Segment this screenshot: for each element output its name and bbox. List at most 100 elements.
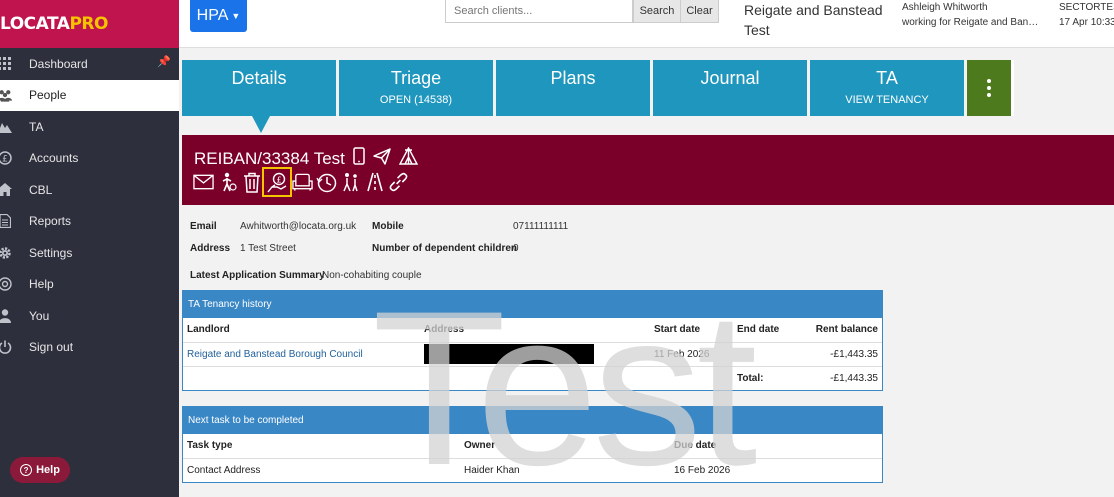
start-date-cell: 11 Feb 2026: [650, 342, 733, 367]
total-label: Total:: [737, 372, 764, 384]
column-header: Owner: [460, 434, 670, 459]
people-icon: [0, 88, 12, 102]
total-value: -£1,443.35: [830, 372, 878, 384]
svg-text:£: £: [276, 175, 281, 184]
tab-details[interactable]: Details: [182, 60, 336, 133]
sidebar: LOCATA PRO Dashboard 📌 People TA £ Accou…: [0, 0, 179, 497]
question-icon: ?: [20, 464, 33, 476]
family-icon[interactable]: [340, 172, 361, 193]
road-icon[interactable]: [364, 172, 385, 193]
sidebar-item-dashboard[interactable]: Dashboard 📌: [0, 48, 179, 80]
organisation-name: Reigate and Banstead Test: [744, 2, 883, 38]
top-bar: HPA▼ Search Clear Reigate and Banstead T…: [179, 0, 1114, 48]
tab-sublabel: VIEW TENANCY: [845, 94, 929, 106]
tab-label: Details: [231, 68, 287, 88]
tab-triage[interactable]: Triage OPEN (14538): [339, 60, 493, 116]
dependents-label: Number of dependent children: [372, 243, 518, 254]
empty-cell: [650, 366, 733, 390]
table-header-row: Task type Owner Due date: [183, 434, 882, 459]
user-icon: [0, 309, 12, 323]
help-button[interactable]: ? Help: [10, 457, 70, 483]
client-reference-row: REIBAN/33384 Test: [194, 146, 419, 170]
pin-icon[interactable]: 📌: [157, 55, 171, 68]
sidebar-item-accounts[interactable]: £ Accounts: [0, 143, 179, 175]
table-row: Reigate and Banstead Borough Council 11 …: [183, 342, 882, 367]
sidebar-item-settings[interactable]: Settings: [0, 237, 179, 269]
sidebar-item-label: Reports: [29, 214, 72, 229]
grid-icon: [0, 56, 12, 71]
tab-journal[interactable]: Journal: [653, 60, 807, 116]
locata-pro-logo[interactable]: LOCATA PRO: [0, 0, 179, 48]
next-task-panel: Next task to be completed Task type Owne…: [182, 406, 883, 483]
user-working-for: working for Reigate and Banst...: [902, 17, 1042, 28]
more-options-button[interactable]: [967, 60, 1011, 116]
workspace-label: HPA: [196, 7, 229, 24]
logo-text-pro: PRO: [69, 14, 108, 34]
history-clock-icon[interactable]: [316, 172, 337, 193]
workspace-dropdown[interactable]: HPA ▼: [190, 0, 247, 32]
trash-icon[interactable]: [241, 172, 262, 193]
rent-balance-cell: -£1,443.35: [803, 342, 882, 367]
landlord-link[interactable]: Reigate and Banstead Borough Council: [183, 342, 420, 367]
redacted-address: [424, 344, 594, 364]
dependents-value: 0: [513, 243, 519, 254]
tab-label: Journal: [700, 68, 760, 88]
sidebar-item-label: Accounts: [29, 151, 79, 166]
column-header: Task type: [183, 434, 460, 459]
sector-info: SECTORTES... 17 Apr 10:33: [1059, 0, 1114, 30]
pound-hand-icon[interactable]: £: [262, 167, 292, 197]
column-header: Due date: [670, 434, 882, 459]
user-info[interactable]: Ashleigh Whitworth working for Reigate a…: [902, 0, 1042, 30]
mobile-phone-icon[interactable]: [353, 147, 365, 170]
sidebar-item-label: Help: [29, 277, 54, 292]
tab-plans[interactable]: Plans: [496, 60, 650, 116]
sidebar-item-you[interactable]: You: [0, 300, 179, 332]
tab-label: Plans: [550, 68, 596, 88]
clear-button[interactable]: Clear: [681, 0, 719, 23]
sidebar-item-reports[interactable]: Reports: [0, 206, 179, 238]
mobile-value: 07111111111: [513, 221, 569, 232]
person-walking-icon[interactable]: [217, 172, 238, 193]
send-message-icon[interactable]: [373, 147, 391, 170]
sidebar-item-people[interactable]: People: [0, 79, 179, 111]
sidebar-item-cbl[interactable]: CBL: [0, 174, 179, 206]
address-label: Address: [190, 243, 231, 254]
task-owner-cell: Haider Khan: [464, 464, 520, 476]
sidebar-item-label: TA: [29, 119, 44, 134]
sidebar-item-label: People: [29, 88, 67, 103]
panel-title: Next task to be completed: [183, 407, 882, 434]
sidebar-item-help[interactable]: Help: [0, 269, 179, 301]
tab-divider: [1011, 60, 1014, 116]
table-header-row: Landlord Address Start date End date Ren…: [183, 318, 882, 343]
search-button[interactable]: Search: [633, 0, 681, 23]
client-search-input[interactable]: [445, 0, 633, 23]
sidebar-item-ta[interactable]: TA: [0, 111, 179, 143]
tab-ta[interactable]: TA VIEW TENANCY: [810, 60, 964, 116]
empty-cell: [420, 366, 650, 390]
main-nav: Dashboard 📌 People TA £ Accounts CBL Rep…: [0, 48, 179, 363]
help-button-label: Help: [36, 464, 60, 476]
sofa-icon[interactable]: [292, 172, 313, 193]
caret-down-icon: ▼: [231, 11, 241, 21]
address-value: 1 Test Street: [240, 243, 296, 254]
envelope-icon[interactable]: [193, 172, 214, 193]
tab-label: Triage: [390, 68, 442, 88]
empty-cell: [183, 366, 420, 390]
address-cell: [420, 342, 650, 367]
current-datetime: 17 Apr 10:33: [1059, 17, 1114, 28]
column-header: Rent balance: [803, 318, 882, 343]
sidebar-item-label: CBL: [29, 182, 53, 197]
next-task-table: Task type Owner Due date Contact Address…: [183, 434, 882, 482]
ta-icon: [0, 120, 12, 134]
tab-label: TA: [876, 68, 898, 88]
sidebar-item-label: You: [29, 308, 50, 323]
tent-icon[interactable]: [398, 146, 419, 170]
column-header: Address: [420, 318, 650, 343]
sector-name: SECTORTES...: [1059, 2, 1114, 13]
logo-text: LOCATA: [0, 14, 70, 34]
table-total-row: Total: -£1,443.35: [183, 366, 882, 390]
client-tabs: Details Triage OPEN (14538) Plans Journa…: [182, 60, 1014, 133]
sidebar-item-sign-out[interactable]: Sign out: [0, 332, 179, 364]
application-summary-label: Latest Application Summary: [190, 270, 325, 281]
link-icon[interactable]: [388, 172, 409, 193]
